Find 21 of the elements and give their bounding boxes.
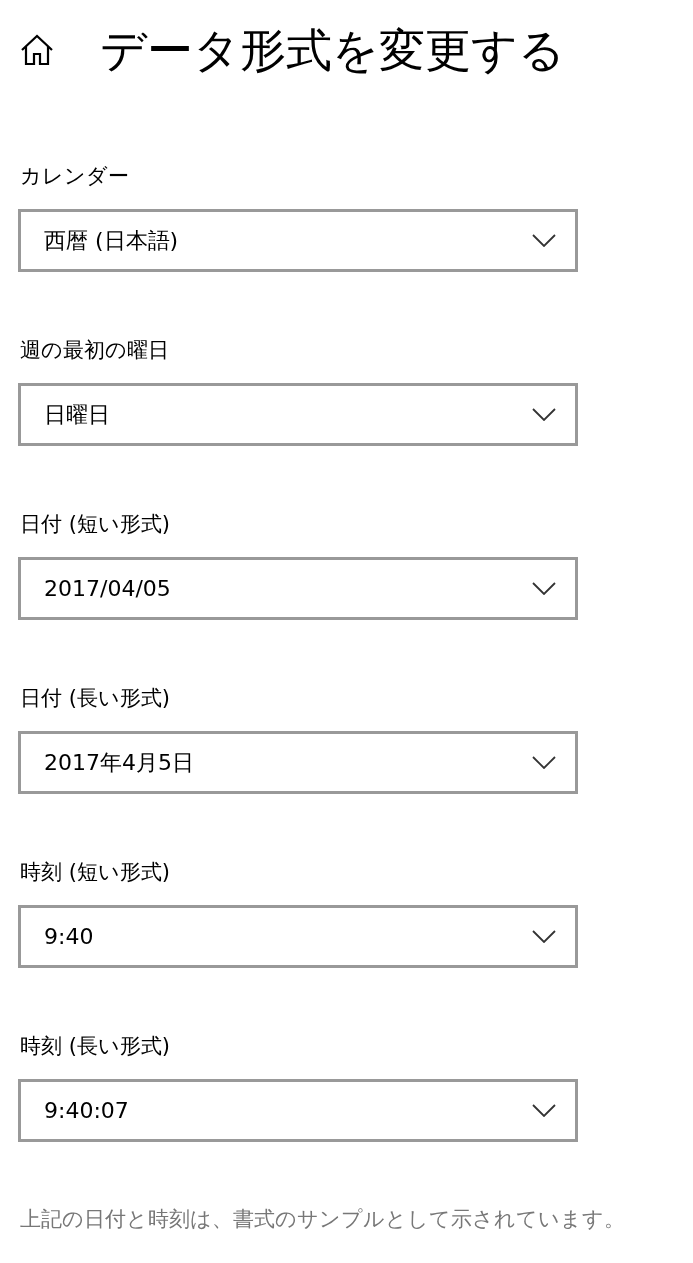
- page-title: データ形式を変更する: [100, 22, 565, 79]
- format-dropdown[interactable]: 日曜日: [18, 383, 578, 446]
- format-dropdown[interactable]: 2017/04/05: [18, 557, 578, 620]
- home-icon[interactable]: [20, 34, 54, 66]
- chevron-down-icon: [532, 582, 556, 595]
- chevron-down-icon: [532, 1104, 556, 1117]
- format-dropdown[interactable]: 西暦 (日本語): [18, 209, 578, 272]
- format-dropdown[interactable]: 2017年4月5日: [18, 731, 578, 794]
- format-dropdown[interactable]: 9:40:07: [18, 1079, 578, 1142]
- sample-note: 上記の日付と時刻は、書式のサンプルとして示されています。: [20, 1206, 626, 1233]
- field-label: 日付 (長い形式): [20, 685, 172, 712]
- field-label: 日付 (短い形式): [20, 511, 172, 538]
- field-label: カレンダー: [20, 163, 130, 190]
- field-label: 時刻 (短い形式): [20, 859, 172, 886]
- field-label: 週の最初の曜日: [20, 337, 170, 364]
- field-label: 時刻 (長い形式): [20, 1033, 172, 1060]
- format-dropdown[interactable]: 9:40: [18, 905, 578, 968]
- chevron-down-icon: [532, 234, 556, 247]
- chevron-down-icon: [532, 756, 556, 769]
- chevron-down-icon: [532, 408, 556, 421]
- chevron-down-icon: [532, 930, 556, 943]
